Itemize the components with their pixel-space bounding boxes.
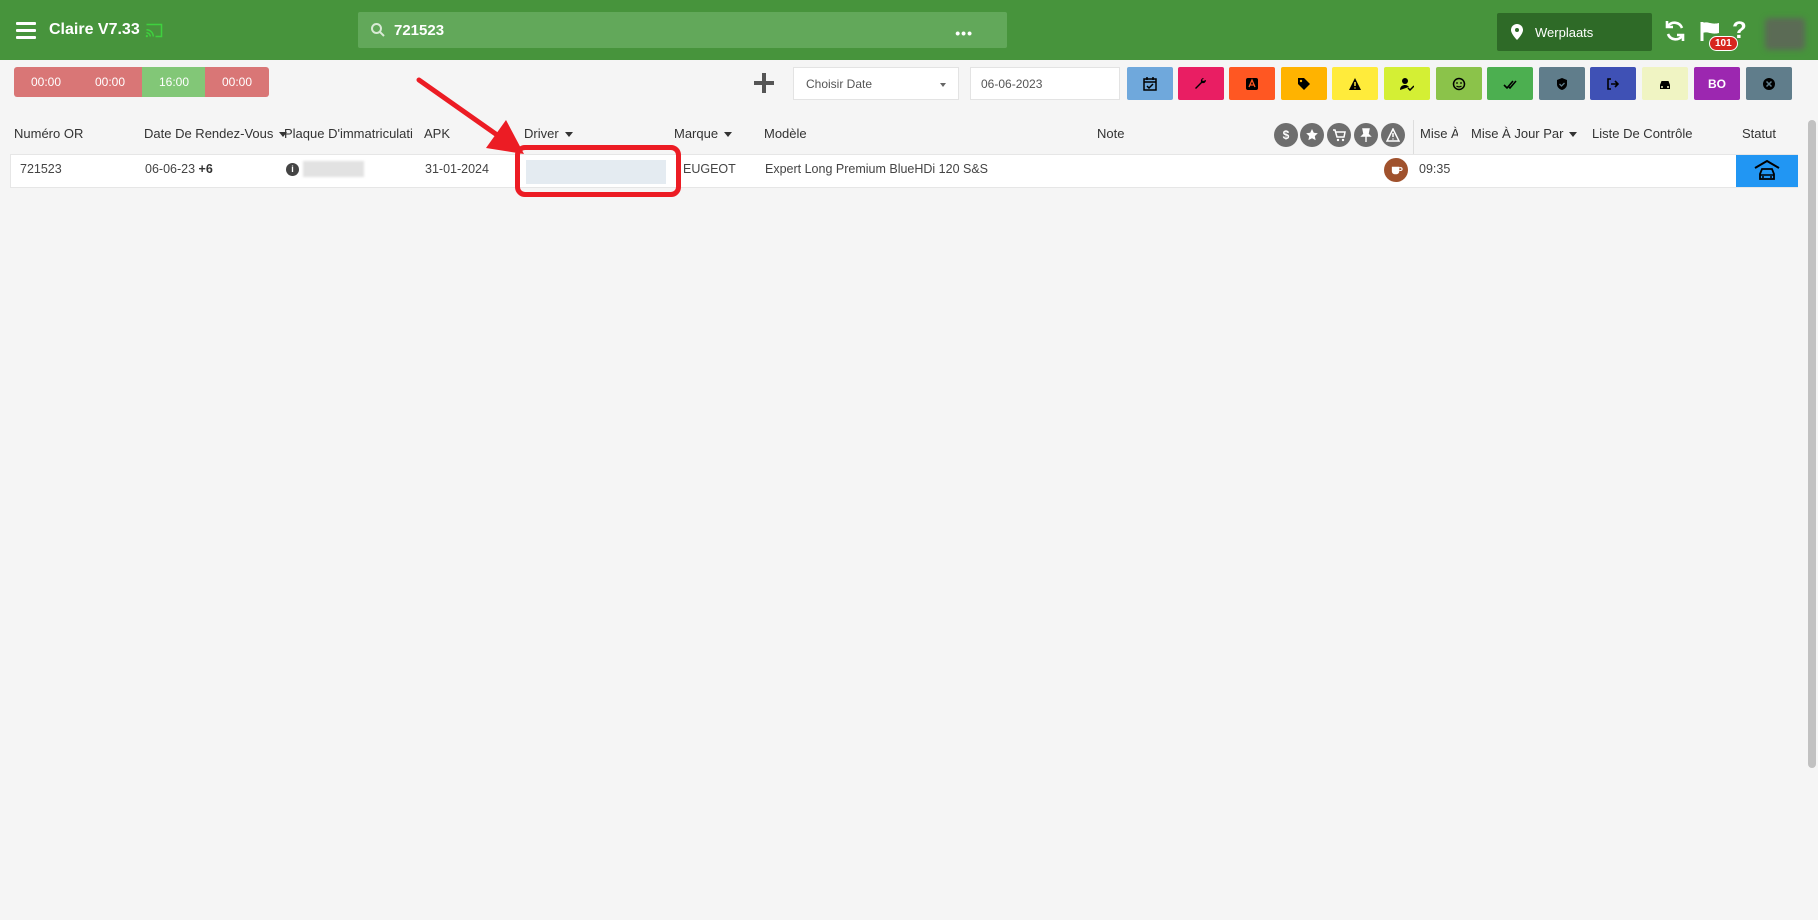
warning-circle-icon bbox=[1381, 123, 1405, 147]
app-title: Claire V7.33 bbox=[49, 21, 140, 38]
top-header: Claire V7.33 ••• Werplaats 101 ? bbox=[0, 0, 1818, 60]
add-plus-icon[interactable] bbox=[754, 73, 774, 93]
cell-marque: EUGEOT bbox=[683, 162, 736, 176]
user-check-icon bbox=[1400, 77, 1414, 91]
filter-close-button[interactable] bbox=[1746, 67, 1792, 100]
double-check-icon bbox=[1503, 79, 1517, 89]
coffee-icon[interactable] bbox=[1384, 158, 1408, 182]
filter-warning-button[interactable] bbox=[1332, 67, 1378, 100]
col-header-modele[interactable]: Modèle bbox=[764, 126, 807, 141]
cast-icon[interactable] bbox=[145, 23, 163, 38]
search-icon bbox=[371, 23, 385, 37]
calendar-check-icon bbox=[1143, 76, 1157, 91]
timer-1[interactable]: 00:00 bbox=[14, 67, 78, 97]
bo-label: BO bbox=[1708, 76, 1726, 91]
col-header-date-rdv[interactable]: Date De Rendez-Vous bbox=[144, 126, 288, 141]
filter-face-button[interactable] bbox=[1436, 67, 1482, 100]
col-header-plaque[interactable]: Plaque D'immatriculati bbox=[284, 126, 414, 141]
date-input[interactable] bbox=[970, 67, 1120, 100]
map-pin-icon bbox=[1511, 24, 1523, 40]
choose-date-select[interactable]: Choisir Date bbox=[793, 67, 959, 100]
cell-numero-or: 721523 bbox=[20, 162, 62, 176]
location-label: Werplaats bbox=[1535, 25, 1594, 40]
wrench-icon bbox=[1195, 77, 1207, 89]
filter-calendar-check-button[interactable] bbox=[1127, 67, 1173, 100]
user-avatar[interactable] bbox=[1765, 18, 1805, 50]
car-icon bbox=[1660, 80, 1670, 89]
col-header-statut[interactable]: Statut bbox=[1742, 126, 1776, 141]
date-plus-days: +6 bbox=[198, 162, 213, 176]
close-circle-icon bbox=[1763, 77, 1775, 90]
sort-caret-icon bbox=[564, 132, 573, 138]
choose-date-label: Choisir Date bbox=[806, 77, 873, 91]
face-icon bbox=[1452, 77, 1466, 90]
info-icon[interactable]: i bbox=[286, 163, 299, 176]
app-store-icon bbox=[1246, 77, 1258, 90]
filter-car-button[interactable] bbox=[1642, 67, 1688, 100]
filter-app-store-button[interactable] bbox=[1229, 67, 1275, 100]
filter-sign-out-button[interactable] bbox=[1590, 67, 1636, 100]
col-header-driver[interactable]: Driver bbox=[524, 126, 573, 141]
col-header-numero-or[interactable]: Numéro OR bbox=[14, 126, 83, 141]
filter-double-check-button[interactable] bbox=[1487, 67, 1533, 100]
col-header-note[interactable]: Note bbox=[1097, 126, 1124, 141]
col-header-liste-controle[interactable]: Liste De Contrôle bbox=[1592, 126, 1692, 141]
filter-shield-check-button[interactable] bbox=[1539, 67, 1585, 100]
search-box: ••• bbox=[358, 12, 1007, 48]
highlight-box bbox=[515, 145, 681, 197]
shield-check-icon bbox=[1557, 77, 1567, 90]
cell-date-rdv: 06-06-23 +6 bbox=[145, 162, 213, 176]
help-icon[interactable]: ? bbox=[1732, 17, 1747, 45]
col-header-mise-a-jour-par[interactable]: Mise À Jour Par bbox=[1471, 126, 1578, 141]
garage-car-icon bbox=[1754, 160, 1780, 180]
more-options-button[interactable]: ••• bbox=[955, 25, 973, 41]
dollar-circle-icon: $ bbox=[1274, 123, 1298, 147]
timer-3[interactable]: 16:00 bbox=[142, 67, 206, 97]
tag-icon bbox=[1298, 77, 1310, 90]
filter-user-check-button[interactable] bbox=[1384, 67, 1430, 100]
star-circle-icon bbox=[1300, 123, 1324, 147]
timer-2[interactable]: 00:00 bbox=[78, 67, 142, 97]
sign-out-icon bbox=[1607, 77, 1620, 90]
warning-icon bbox=[1349, 77, 1361, 90]
hamburger-menu-icon[interactable] bbox=[16, 22, 36, 39]
refresh-icon[interactable] bbox=[1664, 20, 1686, 42]
svg-text:$: $ bbox=[1283, 128, 1290, 142]
chevron-down-icon bbox=[940, 83, 946, 87]
cell-mise-a: 09:35 bbox=[1419, 162, 1451, 176]
sort-caret-icon bbox=[1569, 132, 1578, 138]
cell-modele: Expert Long Premium BlueHDi 120 S&S bbox=[765, 162, 989, 176]
search-input[interactable] bbox=[394, 12, 954, 48]
sort-caret-icon bbox=[724, 132, 733, 138]
filter-wrench-button[interactable] bbox=[1178, 67, 1224, 100]
cart-circle-icon bbox=[1327, 123, 1351, 147]
col-header-marque[interactable]: Marque bbox=[674, 126, 733, 141]
cell-plaque-blurred bbox=[303, 161, 364, 177]
pin-circle-icon bbox=[1354, 123, 1378, 147]
status-garage-button[interactable] bbox=[1736, 155, 1798, 187]
filter-bo-button[interactable]: BO bbox=[1694, 67, 1740, 100]
cell-apk: 31-01-2024 bbox=[425, 162, 489, 176]
timer-4[interactable]: 00:00 bbox=[205, 67, 269, 97]
filter-tag-button[interactable] bbox=[1281, 67, 1327, 100]
col-header-mise-a[interactable]: Mise À bbox=[1420, 126, 1458, 141]
col-header-apk[interactable]: APK bbox=[424, 126, 450, 141]
location-selector[interactable]: Werplaats bbox=[1497, 13, 1652, 51]
vertical-scrollbar[interactable] bbox=[1808, 120, 1816, 768]
